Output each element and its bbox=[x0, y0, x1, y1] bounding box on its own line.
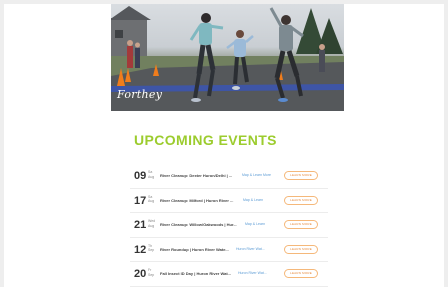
event-weekday: Fr bbox=[148, 268, 152, 272]
event-row: 17 Sa Aug River Cleanup: Milford | Huron … bbox=[130, 189, 328, 213]
event-month: Aug bbox=[148, 174, 155, 179]
event-title[interactable]: Fall Insect ID Day | Huron River Wat... bbox=[160, 271, 231, 276]
event-weekday: Wed bbox=[148, 219, 156, 223]
event-map-link[interactable]: Map & Learn bbox=[245, 222, 265, 226]
events-list: 09 Sa Aug River Cleanup: Dexter Huron/Del… bbox=[130, 164, 328, 287]
event-weekday: Sa bbox=[148, 170, 153, 174]
event-row: 09 Sa Aug River Cleanup: Dexter Huron/Del… bbox=[130, 164, 328, 189]
event-date-meta: Wed Aug bbox=[148, 219, 155, 228]
hero-photo: Forthey bbox=[111, 4, 344, 111]
event-map-link[interactable]: Huron River Wat... bbox=[236, 247, 265, 251]
event-day: 20 bbox=[134, 268, 147, 280]
event-row: 12 Th Sep River Roundup | Huron River Wat… bbox=[130, 238, 328, 262]
event-title[interactable]: River Roundup | Huron River Wate... bbox=[160, 247, 229, 252]
event-title[interactable]: River Cleanup: Willow/Oakwoods | Hur... bbox=[160, 222, 237, 227]
event-date-meta: Sa Aug bbox=[148, 195, 154, 204]
event-title[interactable]: River Cleanup: Milford | Huron River ... bbox=[160, 198, 233, 203]
learn-more-button[interactable]: LEARN MORE bbox=[284, 220, 318, 229]
event-map-link[interactable]: Map & Learn More bbox=[242, 173, 271, 177]
event-weekday: Sa bbox=[148, 194, 153, 199]
event-map-link[interactable]: Huron River Wat... bbox=[238, 271, 267, 275]
learn-more-button[interactable]: LEARN MORE bbox=[284, 269, 318, 278]
section-title: UPCOMING EVENTS bbox=[134, 132, 277, 148]
event-weekday: Th bbox=[148, 243, 153, 248]
event-day: 17 bbox=[134, 194, 147, 207]
learn-more-button[interactable]: LEARN MORE bbox=[284, 244, 318, 254]
event-day: 12 bbox=[134, 243, 147, 256]
event-month: Sep bbox=[148, 272, 155, 277]
event-date-meta: Fr Sep bbox=[148, 268, 154, 277]
event-row: 20 Fr Sep Fall Insect ID Day | Huron Rive… bbox=[130, 262, 328, 287]
event-month: Aug bbox=[148, 199, 155, 203]
event-row: 21 Wed Aug River Cleanup: Willow/Oakwoods… bbox=[130, 213, 328, 238]
event-date-meta: Th Sep bbox=[148, 244, 154, 253]
event-day: 21 bbox=[134, 219, 147, 231]
learn-more-button[interactable]: LEARN MORE bbox=[284, 195, 318, 205]
brand-logo[interactable]: Forthey bbox=[117, 88, 162, 101]
event-map-link[interactable]: Map & Learn bbox=[243, 198, 263, 202]
learn-more-button[interactable]: LEARN MORE bbox=[284, 171, 318, 180]
event-month: Sep bbox=[148, 248, 155, 252]
event-day: 09 bbox=[134, 170, 147, 182]
event-date-meta: Sa Aug bbox=[148, 170, 154, 179]
event-title[interactable]: River Cleanup: Dexter Huron/Delhi | ... bbox=[160, 173, 232, 178]
event-month: Aug bbox=[148, 223, 155, 228]
